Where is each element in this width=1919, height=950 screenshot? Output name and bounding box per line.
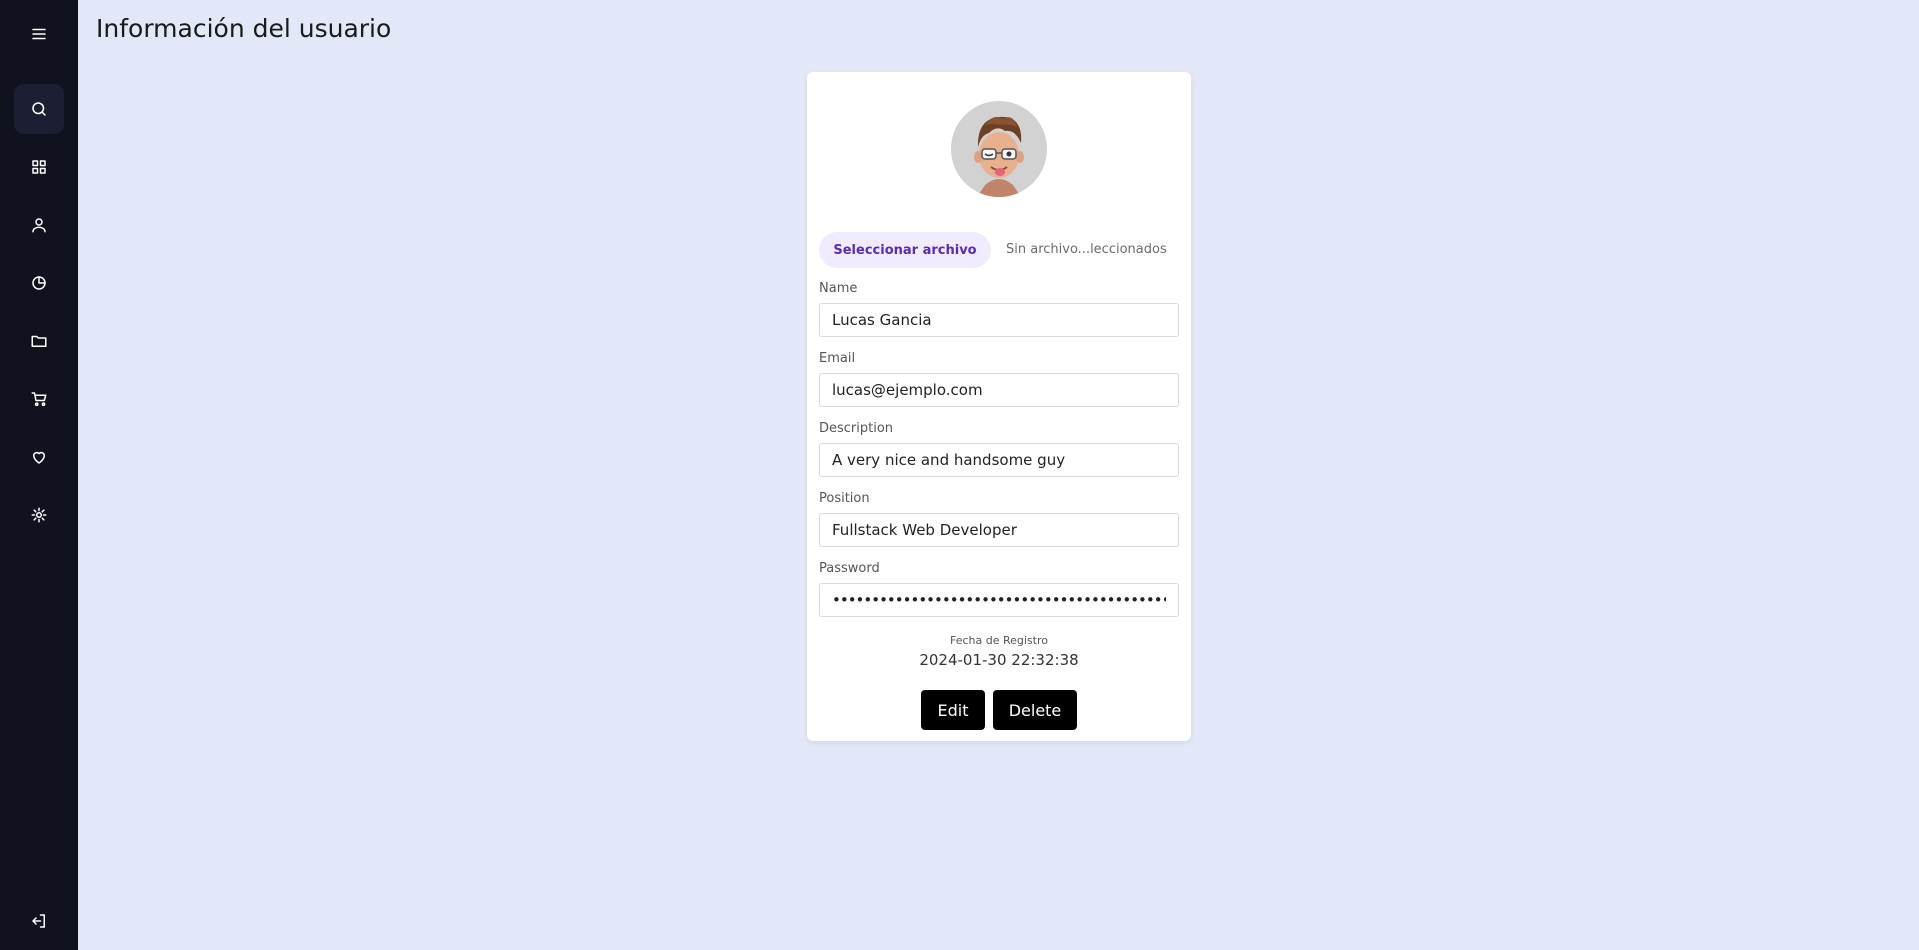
registration-date-value: 2024-01-30 22:32:38 xyxy=(919,651,1079,669)
logout-button[interactable] xyxy=(14,896,64,946)
folder-icon xyxy=(31,335,47,347)
select-file-button[interactable]: Seleccionar archivo xyxy=(819,232,991,268)
logout-icon xyxy=(32,914,45,928)
registration-date-label: Fecha de Registro xyxy=(949,634,1048,647)
menu-icon xyxy=(32,28,46,40)
heart-icon xyxy=(33,451,45,464)
user-profile-card: Seleccionar archivo Sin archivo...leccio… xyxy=(807,72,1191,741)
password-label: Password xyxy=(819,561,880,576)
name-field[interactable] xyxy=(819,303,1179,337)
page-title: Información del usuario xyxy=(96,14,392,43)
user-icon xyxy=(32,218,46,233)
sidebar-item-analytics[interactable] xyxy=(14,258,64,308)
description-label: Description xyxy=(819,421,894,436)
pie-chart-icon xyxy=(32,276,46,290)
cart-icon xyxy=(31,392,47,407)
avatar-image xyxy=(951,101,1047,197)
sidebar-item-cart[interactable] xyxy=(14,374,64,424)
position-field[interactable] xyxy=(819,513,1179,547)
sidebar-item-user[interactable] xyxy=(14,200,64,250)
file-status-text: Sin archivo...leccionados xyxy=(1006,242,1167,257)
settings-icon xyxy=(31,507,47,523)
sidebar-item-dashboard[interactable] xyxy=(14,142,64,192)
dashboard-icon xyxy=(32,160,46,174)
avatar xyxy=(951,101,1047,197)
sidebar-item-search[interactable] xyxy=(14,84,64,134)
position-label: Position xyxy=(819,491,870,506)
name-label: Name xyxy=(819,281,858,296)
email-field[interactable] xyxy=(819,373,1179,407)
password-field[interactable] xyxy=(819,583,1179,617)
email-label: Email xyxy=(819,351,856,366)
sidebar-item-favorites[interactable] xyxy=(14,432,64,482)
description-field[interactable] xyxy=(819,443,1179,477)
sidebar-item-settings[interactable] xyxy=(14,490,64,540)
sidebar-item-files[interactable] xyxy=(14,316,64,366)
menu-button[interactable] xyxy=(14,9,64,59)
sidebar xyxy=(0,0,78,950)
edit-button[interactable]: Edit xyxy=(921,690,985,730)
search-icon xyxy=(32,102,46,116)
delete-button[interactable]: Delete xyxy=(993,690,1077,730)
